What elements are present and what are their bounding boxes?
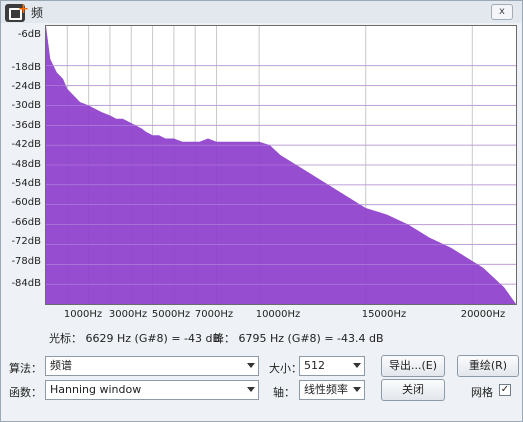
- y-tick-label: -42dB: [11, 139, 41, 150]
- x-tick-label: 3000Hz: [108, 309, 148, 320]
- export-button[interactable]: 导出...(E): [381, 355, 445, 377]
- algorithm-select[interactable]: 频谱: [45, 356, 259, 376]
- chevron-down-icon: [353, 363, 361, 368]
- close-button[interactable]: 关闭: [381, 379, 445, 401]
- y-tick-label: -78dB: [11, 256, 41, 267]
- x-tick-label: 15000Hz: [361, 309, 407, 320]
- x-tick-label: 7000Hz: [194, 309, 234, 320]
- spectrum-chart: [46, 26, 516, 304]
- chevron-down-icon: [353, 387, 361, 392]
- app-icon: +: [5, 3, 29, 22]
- replot-button[interactable]: 重绘(R): [457, 355, 519, 377]
- title-bar: + 频 x: [1, 1, 522, 23]
- y-tick-label: -24dB: [11, 81, 41, 92]
- y-tick-label: -36dB: [11, 120, 41, 131]
- size-value: 512: [304, 359, 325, 372]
- chevron-down-icon: [247, 363, 255, 368]
- y-tick-label: -60dB: [11, 197, 41, 208]
- y-tick-label: -54dB: [11, 178, 41, 189]
- size-label: 大小：: [269, 362, 302, 375]
- function-label: 函数：: [9, 386, 42, 399]
- axis-value: 线性频率: [304, 383, 348, 396]
- function-select[interactable]: Hanning window: [45, 380, 259, 400]
- frequency-analysis-window: + 频 x -6dB -18dB -24dB -30dB -36dB -42dB…: [0, 0, 523, 422]
- x-tick-label: 10000Hz: [255, 309, 301, 320]
- y-tick-label: -6dB: [17, 29, 41, 40]
- grid-label: 网格: [471, 386, 493, 399]
- peak-readout: 峰： 6795 Hz (G#8) = -43.4 dB: [213, 332, 384, 345]
- x-tick-label: 20000Hz: [460, 309, 506, 320]
- y-tick-label: -72dB: [11, 236, 41, 247]
- algorithm-label: 算法：: [9, 362, 42, 375]
- close-icon[interactable]: x: [491, 4, 513, 20]
- function-value: Hanning window: [50, 383, 142, 396]
- y-tick-label: -84dB: [11, 278, 41, 289]
- algorithm-value: 频谱: [50, 359, 72, 372]
- cursor-readout: 光标： 6629 Hz (G#8) = -43 dB: [49, 332, 221, 345]
- y-tick-label: -66dB: [11, 217, 41, 228]
- y-tick-label: -30dB: [11, 100, 41, 111]
- axis-label: 轴：: [273, 386, 295, 399]
- chevron-down-icon: [247, 387, 255, 392]
- window-title: 频: [31, 6, 44, 20]
- spectrum-plot[interactable]: [45, 25, 517, 305]
- grid-checkbox[interactable]: ✓: [499, 384, 511, 396]
- y-tick-label: -18dB: [11, 62, 41, 73]
- x-tick-label: 5000Hz: [151, 309, 191, 320]
- x-tick-label: 1000Hz: [63, 309, 103, 320]
- size-select[interactable]: 512: [299, 356, 365, 376]
- y-tick-label: -48dB: [11, 159, 41, 170]
- axis-select[interactable]: 线性频率: [299, 380, 365, 400]
